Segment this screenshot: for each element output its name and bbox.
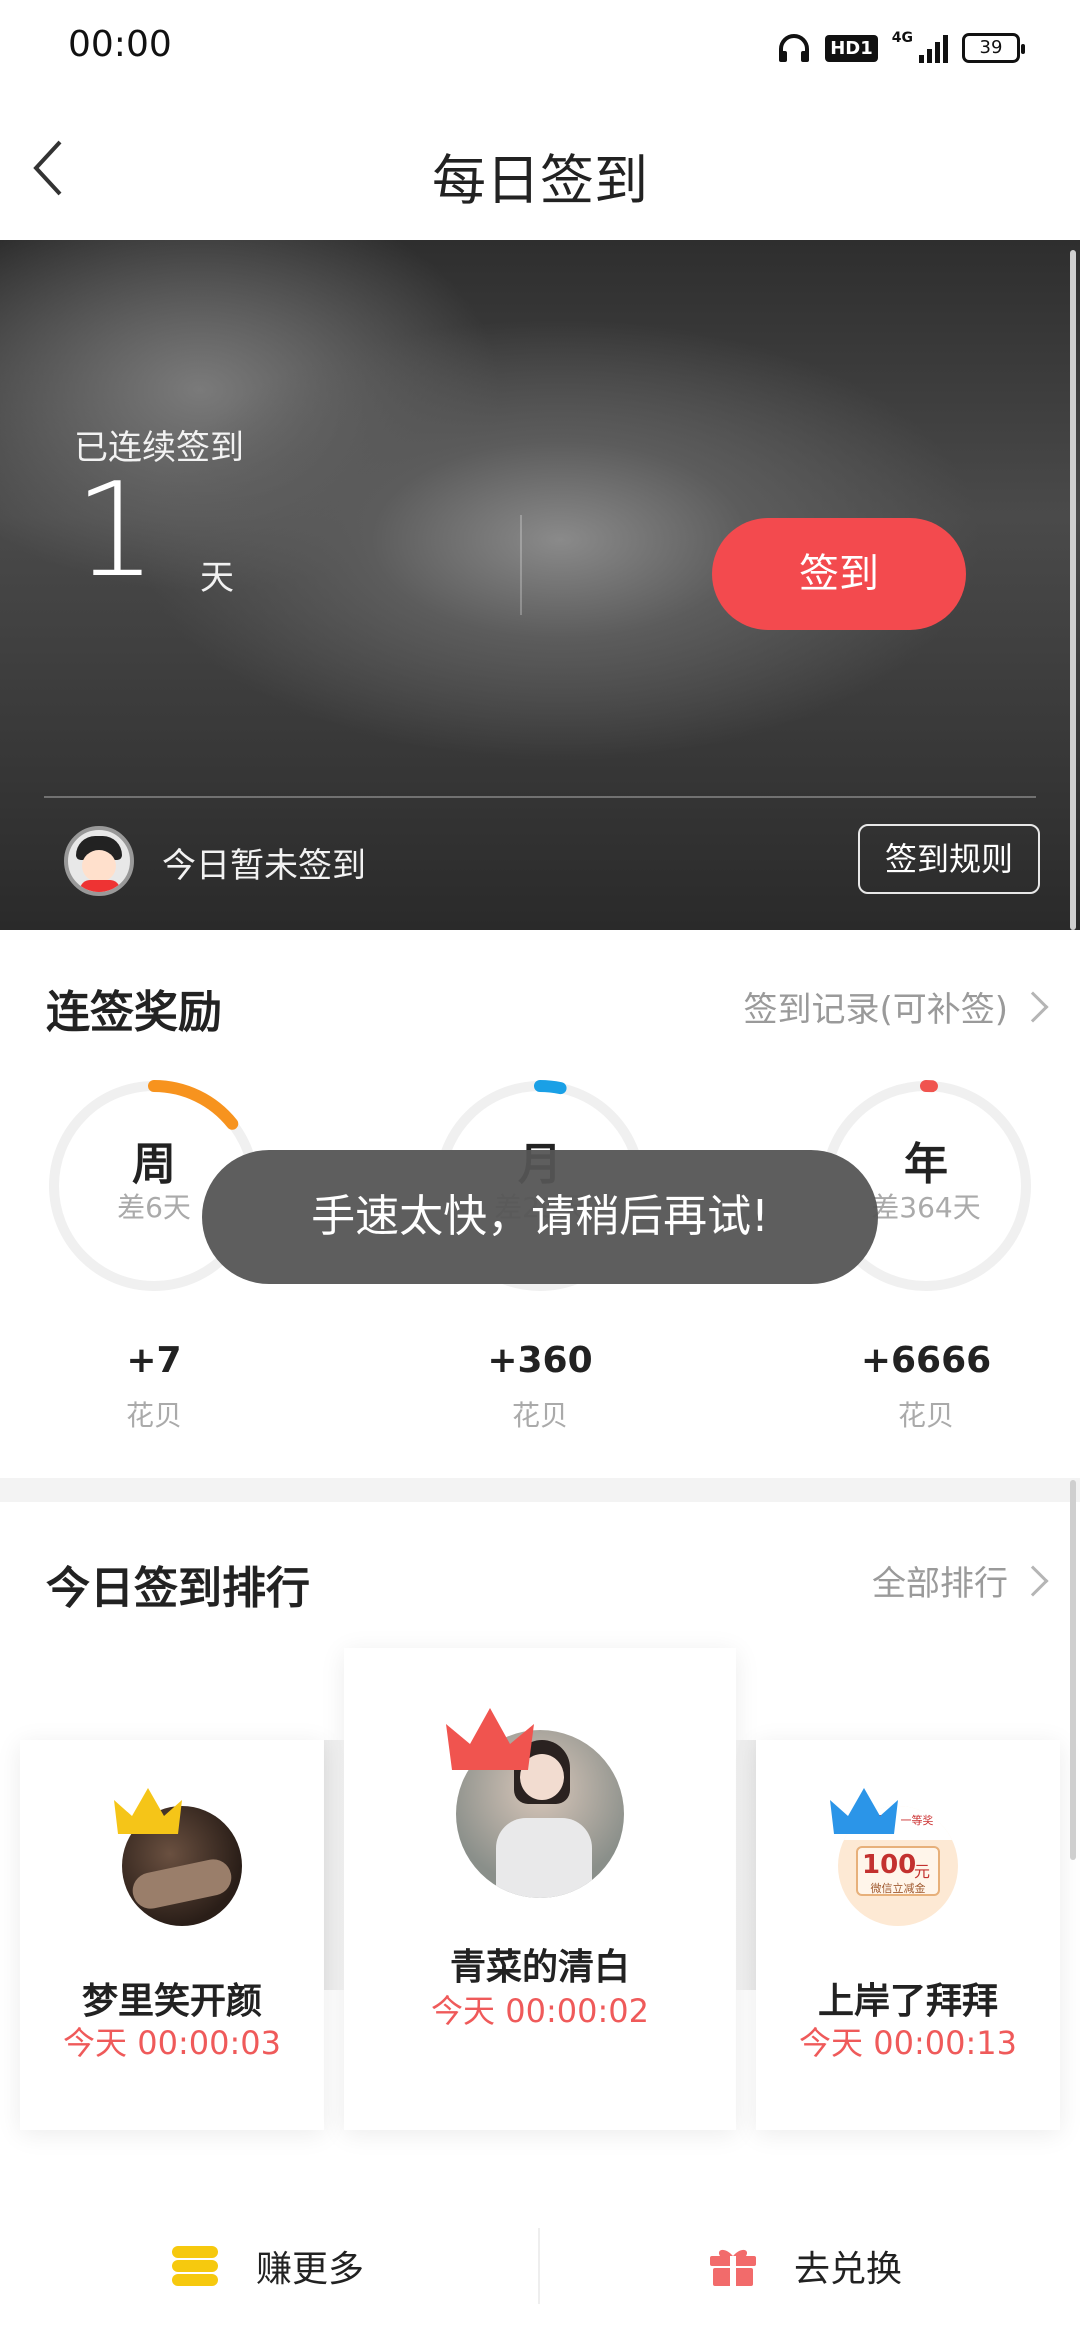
nav-bar: 每日签到 (0, 96, 1080, 240)
rank-1-name: 青菜的清白 (449, 1947, 630, 1988)
user-avatar[interactable] (64, 826, 134, 896)
exchange-button[interactable]: 去兑换 (708, 2192, 902, 2340)
status-icons: HD1 4G 39 (777, 28, 1025, 68)
headphones-icon (779, 34, 810, 62)
signin-record-label: 签到记录(可补签) (743, 990, 1008, 1030)
all-ranking-label: 全部排行 (872, 1564, 1008, 1604)
network-type: 4G (891, 30, 913, 46)
rank-2-time: 今天 00:00:03 (63, 2024, 281, 2062)
rank-3-time: 今天 00:00:13 (799, 2024, 1017, 2062)
page-title: 每日签到 (432, 149, 648, 212)
reward-unit: 花贝 (511, 1399, 568, 1432)
rank-1-time: 今天 00:00:02 (431, 1992, 649, 2030)
scrollbar[interactable] (1070, 250, 1076, 930)
chevron-right-icon (1017, 1564, 1049, 1597)
battery-icon: 39 (962, 33, 1025, 63)
streak-count: 1 (74, 454, 157, 606)
crown-gold-icon (114, 1788, 182, 1834)
reward-unit: 花贝 (125, 1399, 182, 1432)
today-status: 今日暂未签到 (162, 846, 366, 886)
signin-rules-button[interactable]: 签到规则 (858, 824, 1040, 894)
rank-card-3[interactable] (756, 1740, 1060, 2130)
toast-message: 手速太快，请稍后再试! (202, 1150, 878, 1284)
divider (520, 515, 522, 615)
reward-amount: +6666 (860, 1340, 992, 1381)
streak-unit: 天 (200, 558, 234, 598)
gift-icon (710, 2249, 756, 2286)
crown-red-icon (446, 1708, 534, 1770)
status-time: 00:00 (68, 24, 172, 65)
hd-icon: HD1 (825, 34, 878, 62)
chevron-right-icon (1017, 990, 1049, 1023)
divider (538, 2228, 540, 2304)
exchange-label: 去兑换 (794, 2249, 903, 2290)
earn-more-button[interactable]: 赚更多 (170, 2192, 364, 2340)
signal-icon (919, 33, 948, 63)
reward-unit: 花贝 (897, 1399, 954, 1432)
rank-3-avatar-caption: 微信立减金 (870, 1882, 926, 1895)
scrollbar[interactable] (1070, 1480, 1076, 1860)
rank-2-name: 梦里笑开颜 (81, 1981, 262, 2022)
reward-amount: +7 (126, 1340, 182, 1381)
signin-record-link[interactable]: 签到记录(可补签) (743, 982, 1049, 1031)
signin-button[interactable]: 签到 (712, 518, 966, 630)
divider (44, 796, 1036, 798)
rank-3-avatar-amount: 100 (862, 1850, 917, 1880)
signin-hero: 已连续签到 1 天 签到 今日暂未签到 签到规则 (0, 240, 1080, 930)
rewards-title: 连签奖励 (46, 987, 222, 1038)
bottom-bar: 赚更多 去兑换 (0, 2192, 1080, 2340)
crown-blue-icon (830, 1788, 898, 1834)
rank-3-name: 上岸了拜拜 (817, 1981, 998, 2022)
all-ranking-link[interactable]: 全部排行 (872, 1556, 1049, 1605)
ranking-title: 今日签到排行 (46, 1563, 310, 1614)
status-bar: 00:00 HD1 4G 39 (0, 0, 1080, 96)
section-gap (0, 1478, 1080, 1502)
rank-3-avatar-unit: 元 (914, 1862, 931, 1881)
reward-amount: +360 (487, 1340, 593, 1381)
earn-more-label: 赚更多 (256, 2249, 365, 2290)
coins-stack-icon (172, 2246, 218, 2286)
